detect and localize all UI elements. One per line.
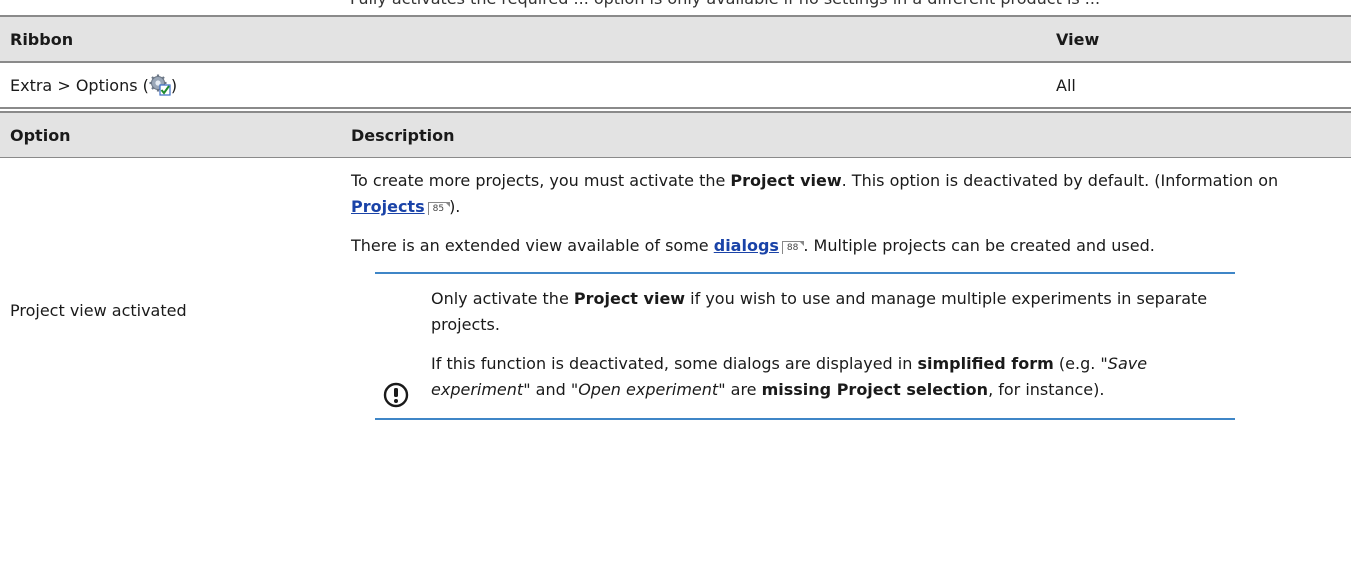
note-bold: missing Project selection <box>761 380 989 399</box>
desc-text: . Multiple projects can be created and u… <box>803 236 1155 255</box>
projects-link[interactable]: Projects <box>351 197 425 216</box>
description-paragraph-1: To create more projects, you must activa… <box>351 168 1327 220</box>
note-box: Only activate the Project view if you wi… <box>375 272 1235 420</box>
note-paragraph-1: Only activate the Project view if you wi… <box>431 286 1235 338</box>
note-body: Only activate the Project view if you wi… <box>431 286 1235 403</box>
header-description: Description <box>341 112 1351 158</box>
desc-text: ). <box>449 197 461 216</box>
note-text: If this function is deactivated, some di… <box>431 354 918 373</box>
desc-text: To create more projects, you must activa… <box>351 171 731 190</box>
note-bold: simplified form <box>917 354 1054 373</box>
desc-text: There is an extended view available of s… <box>351 236 714 255</box>
note-italic: Open experiment <box>578 380 719 399</box>
description-paragraph-2: There is an extended view available of s… <box>351 233 1327 259</box>
header-view: View <box>1046 16 1351 62</box>
page-reference[interactable]: 88 <box>781 241 805 254</box>
desc-bold: Project view <box>730 171 842 190</box>
option-table-header: Option Description <box>0 112 1351 158</box>
ribbon-path-suffix: ) <box>170 76 178 95</box>
note-text: " and " <box>523 380 579 399</box>
note-bold: Project view <box>573 289 686 308</box>
page-reference[interactable]: 85 <box>427 202 451 215</box>
note-text: , for instance). <box>988 380 1105 399</box>
ribbon-table-header: Ribbon View <box>0 16 1351 62</box>
header-option: Option <box>0 112 341 158</box>
note-text: (e.g. " <box>1053 354 1108 373</box>
option-row: Project view activated To create more pr… <box>0 158 1351 420</box>
option-name: Project view activated <box>10 300 187 320</box>
ribbon-table: Ribbon View Extra > Options ( ) All <box>0 15 1351 109</box>
note-text: Only activate the <box>431 289 574 308</box>
header-ribbon: Ribbon <box>0 16 1046 62</box>
ribbon-row: Extra > Options ( ) All <box>0 62 1351 108</box>
ribbon-path: Extra > Options ( ) <box>0 62 1046 108</box>
option-table: Option Description Project view activate… <box>0 111 1351 420</box>
option-description: To create more projects, you must activa… <box>341 158 1351 420</box>
dialogs-link[interactable]: dialogs <box>714 236 779 255</box>
exclamation-circle-icon <box>383 382 409 408</box>
note-text: " are <box>718 380 762 399</box>
note-paragraph-2: If this function is deactivated, some di… <box>431 351 1235 403</box>
ribbon-path-prefix: Extra > Options ( <box>10 76 149 95</box>
cut-off-text: Fully activates the required ... option … <box>0 0 1351 13</box>
gear-checkmark-icon <box>149 74 171 96</box>
desc-text: . This option is deactivated by default.… <box>841 171 1279 190</box>
ribbon-view-value: All <box>1056 75 1076 95</box>
